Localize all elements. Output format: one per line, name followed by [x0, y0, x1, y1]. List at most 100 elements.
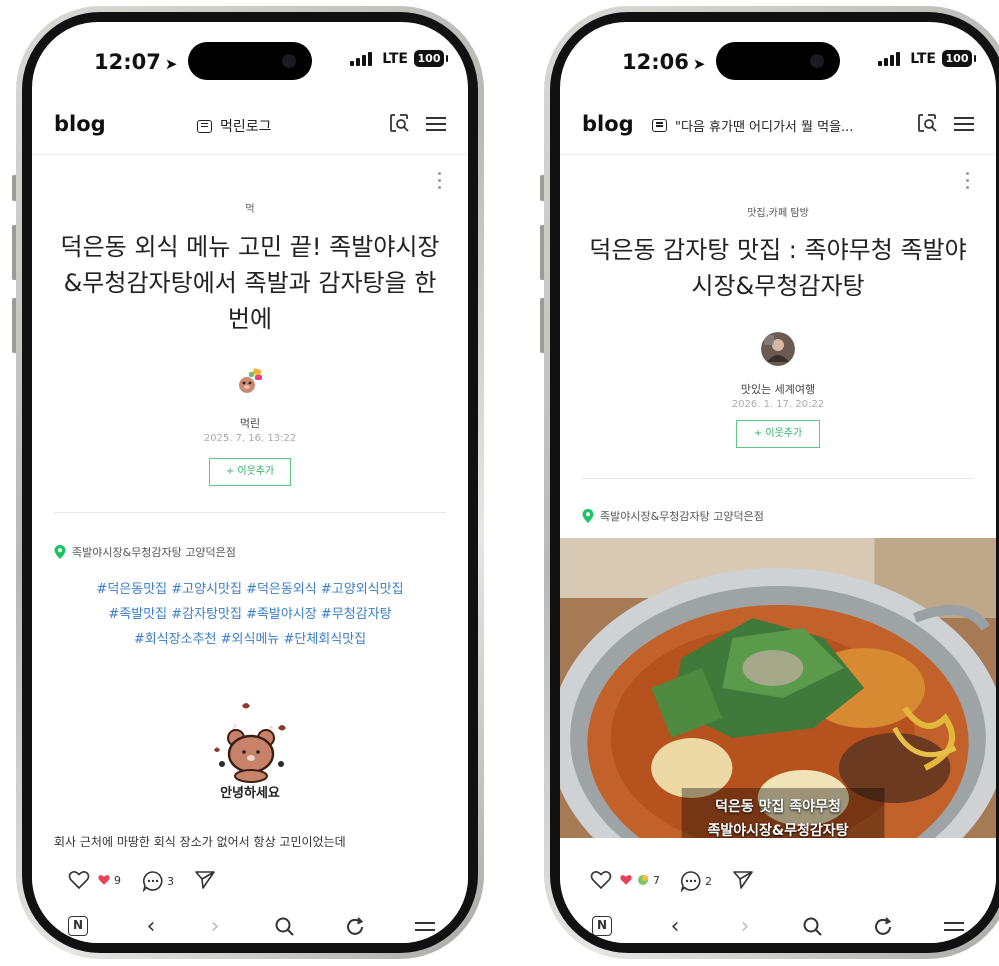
author-name[interactable]: 먹린 [32, 415, 468, 431]
place-name: 족발야시장&무청감자탕 고양덕은점 [600, 510, 764, 523]
like-button[interactable]: 9 [68, 870, 121, 890]
post-title: 덕은동 감자탕 맛집 : 족야무청 족발야 시장&무청감자탕 [576, 232, 980, 304]
sticker-text: 안녕하세요 [220, 786, 280, 801]
board-title[interactable]: "다음 휴가땐 어디가서 뭘 먹을... [652, 116, 853, 135]
author-name[interactable]: 맛있는 세계여행 [560, 381, 996, 397]
menu-icon[interactable] [954, 117, 974, 131]
add-neighbor-button[interactable]: + 이웃추가 [736, 420, 820, 448]
divider [582, 478, 974, 479]
more-vertical-icon[interactable] [966, 172, 970, 193]
comment-button[interactable]: 3 [142, 870, 174, 892]
phone-left: 12:07 ➤ LTE 100 blog 먹린로그 먹 덕은동 외식 메뉴 고민 … [16, 6, 484, 959]
photo-caption-line: 덕은동 맛집 족야무청 [715, 799, 841, 815]
refresh-icon[interactable] [870, 914, 896, 940]
reaction-bar: 7 2 [560, 860, 996, 903]
heart-filled-icon [620, 875, 632, 885]
heart-outline-icon [590, 871, 612, 890]
photo-caption-line: 족발야시장&무청감자탕 [707, 823, 849, 838]
heart-outline-icon [68, 871, 90, 890]
comment-count: 3 [167, 874, 174, 888]
like-count: 7 [653, 873, 660, 887]
post-category[interactable]: 맛집,카페 탐방 [560, 204, 996, 219]
search-document-icon[interactable] [388, 112, 410, 134]
screen: 12:06 ➤ LTE 100 blog "다음 휴가땐 어디가서 뭘 먹을...… [560, 22, 996, 943]
post-date: 2026. 1. 17. 20:22 [731, 399, 825, 410]
comment-icon [680, 871, 701, 892]
board-name: "다음 휴가땐 어디가서 뭘 먹을... [675, 120, 854, 135]
place-link[interactable]: 족발야시장&무청감자탕 고양덕은점 [582, 508, 764, 524]
status-bar: 12:07 ➤ LTE 100 [32, 22, 468, 92]
board-icon [197, 119, 212, 133]
post-title-line: 시장&무청감자탕 [691, 272, 865, 300]
naver-n-icon[interactable]: N [592, 916, 612, 936]
network-label: LTE [382, 51, 408, 67]
dynamic-island [716, 42, 840, 80]
dynamic-island [188, 42, 312, 80]
share-icon[interactable] [194, 870, 216, 890]
screen: 12:07 ➤ LTE 100 blog 먹린로그 먹 덕은동 외식 메뉴 고민 … [32, 22, 468, 943]
post-date: 2025. 7. 16. 13:22 [203, 433, 297, 444]
battery-icon: 100 [414, 50, 448, 67]
pin-icon [54, 545, 66, 559]
search-document-icon[interactable] [916, 112, 938, 134]
food-photo[interactable]: 덕은동 맛집 족야무청 족발야시장&무청감자탕 [560, 538, 996, 838]
hashtag-line[interactable]: #덕은동맛집 #고양시맛집 #덕은동외식 #고양외식맛집 [54, 577, 446, 602]
comment-count: 2 [705, 874, 712, 888]
board-title[interactable]: 먹린로그 [197, 116, 272, 136]
blog-header: blog "다음 휴가땐 어디가서 뭘 먹을... [560, 92, 996, 155]
search-icon[interactable] [800, 914, 826, 940]
post-category[interactable]: 먹 [32, 200, 468, 215]
avatar[interactable] [761, 332, 795, 366]
forward-icon[interactable]: › [202, 914, 228, 940]
signal-icon [350, 52, 372, 66]
blog-header: blog 먹린로그 [32, 92, 468, 155]
network-label: LTE [910, 51, 936, 67]
avatar[interactable] [232, 363, 268, 399]
place-link[interactable]: 족발야시장&무청감자탕 고양덕은점 [54, 544, 236, 560]
sticker-reaction-icon [638, 875, 648, 885]
status-time: 12:06 ➤ [622, 50, 706, 74]
forward-icon[interactable]: › [732, 914, 758, 940]
menu-icon[interactable] [426, 117, 446, 131]
phone-right: 12:06 ➤ LTE 100 blog "다음 휴가땐 어디가서 뭘 먹을...… [544, 6, 999, 959]
share-icon[interactable] [732, 870, 754, 890]
blog-logo[interactable]: blog [54, 112, 106, 136]
location-arrow-icon: ➤ [164, 55, 178, 73]
reaction-bar: 9 3 [32, 860, 468, 903]
place-name: 족발야시장&무청감자탕 고양덕은점 [72, 546, 236, 559]
post-title: 덕은동 외식 메뉴 고민 끝! 족발야시장 &무청감자탕에서 족발과 감자탕을 … [58, 229, 442, 337]
pin-icon [582, 509, 594, 523]
post-title-line: 번에 [227, 305, 273, 333]
search-icon[interactable] [272, 914, 298, 940]
blog-logo[interactable]: blog [582, 112, 634, 136]
refresh-icon[interactable] [342, 914, 368, 940]
heart-filled-icon [98, 875, 110, 885]
hashtag-line[interactable]: #족발맛집 #감자탕맛집 #족발야시장 #무청감자탕 [54, 602, 446, 627]
hashtag-line[interactable]: #회식장소추천 #외식메뉴 #단체회식맛집 [54, 627, 446, 652]
back-icon[interactable]: ‹ [138, 914, 164, 940]
browser-toolbar: N ‹ › [32, 902, 468, 943]
comment-button[interactable]: 2 [680, 870, 712, 892]
post-title-line: &무청감자탕에서 족발과 감자탕을 한 [63, 269, 437, 297]
more-vertical-icon[interactable] [438, 172, 442, 193]
post-title-line: 덕은동 감자탕 맛집 : 족야무청 족발야 [589, 236, 967, 264]
divider [54, 512, 446, 513]
browser-toolbar: N ‹ › [560, 902, 996, 943]
like-button[interactable]: 7 [590, 870, 660, 890]
like-count: 9 [114, 873, 121, 887]
naver-n-icon[interactable]: N [68, 916, 88, 936]
gamjatang-photo [560, 538, 996, 838]
battery-icon: 100 [942, 50, 976, 67]
board-name: 먹린로그 [220, 119, 272, 135]
add-neighbor-button[interactable]: + 이웃추가 [209, 458, 291, 486]
comment-icon [142, 871, 163, 892]
back-icon[interactable]: ‹ [662, 914, 688, 940]
status-bar: 12:06 ➤ LTE 100 [560, 22, 996, 92]
hashtag-block: #덕은동맛집 #고양시맛집 #덕은동외식 #고양외식맛집 #족발맛집 #감자탕맛… [54, 577, 446, 652]
signal-icon [878, 52, 900, 66]
status-time: 12:07 ➤ [94, 50, 178, 74]
location-arrow-icon: ➤ [692, 55, 706, 73]
nav-menu-icon[interactable] [415, 922, 435, 931]
post-body-preview: 회사 근처에 마땅한 회식 장소가 없어서 항상 고민이었는데 [54, 835, 346, 847]
nav-menu-icon[interactable] [944, 922, 964, 931]
